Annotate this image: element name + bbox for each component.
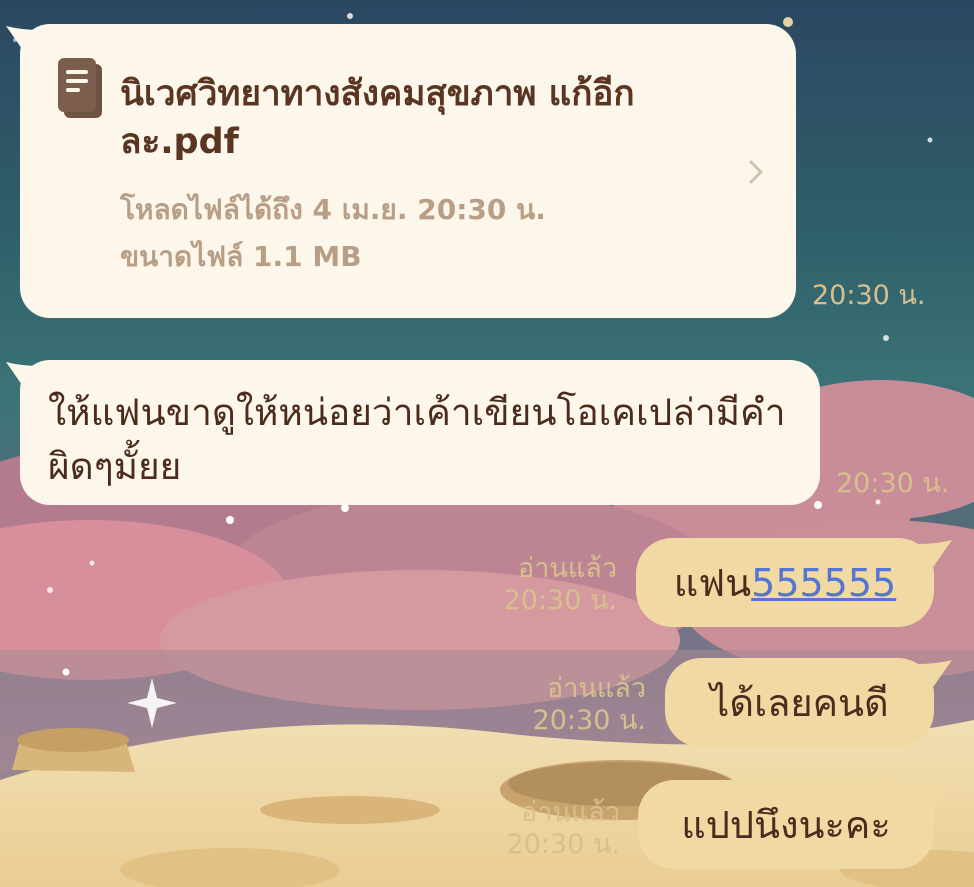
document-icon	[58, 58, 102, 118]
message-meta: อ่านแล้ว 20:30 น.	[533, 673, 646, 737]
bubble-tail	[918, 660, 952, 686]
file-expiry: โหลดไฟล์ได้ถึง 4 เม.ย. 20:30 น.	[120, 193, 546, 226]
message-time: 20:30 น.	[506, 829, 620, 860]
message-meta: อ่านแล้ว 20:30 น.	[504, 553, 617, 617]
message-time: 20:30 น.	[812, 280, 926, 311]
chevron-right-icon[interactable]	[746, 158, 766, 186]
message-time: 20:30 น.	[836, 468, 950, 499]
message-time: 20:30 น.	[503, 585, 617, 616]
message-text-prefix: แฟน	[673, 561, 752, 605]
message-text: ได้เลยคนดี	[710, 681, 889, 725]
read-status: อ่านแล้ว	[518, 553, 617, 584]
read-status: อ่านแล้ว	[547, 673, 646, 704]
phone-link[interactable]: 555555	[751, 561, 896, 605]
file-bubble[interactable]: นิเวศวิทยาทางสังคมสุขภาพ แก้อีกละ.pdf โห…	[20, 24, 796, 318]
bubble-tail	[918, 540, 952, 566]
message-text: แปปนึงนะคะ	[681, 803, 891, 847]
outgoing-bubble[interactable]: แฟน555555	[636, 538, 934, 627]
message-meta: อ่านแล้ว 20:30 น.	[507, 797, 620, 861]
text-bubble[interactable]: ให้แฟนขาดูให้หน่อยว่าเค้าเขียนโอเคเปล่าม…	[20, 360, 820, 505]
bubble-tail	[918, 782, 952, 808]
outgoing-bubble[interactable]: แปปนึงนะคะ	[638, 780, 934, 869]
read-status: อ่านแล้ว	[521, 797, 620, 828]
outgoing-bubble[interactable]: ได้เลยคนดี	[665, 658, 934, 747]
message-time: 20:30 น.	[532, 705, 646, 736]
file-name: นิเวศวิทยาทางสังคมสุขภาพ แก้อีกละ.pdf	[120, 74, 635, 162]
message-text: ให้แฟนขาดูให้หน่อยว่าเค้าเขียนโอเคเปล่าม…	[48, 391, 786, 488]
message-text: แฟน555555	[674, 552, 896, 613]
file-size: ขนาดไฟล์ 1.1 MB	[120, 240, 362, 273]
